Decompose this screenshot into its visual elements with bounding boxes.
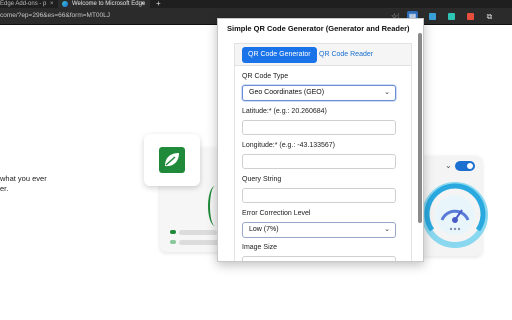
tab-qr-generator[interactable]: QR Code Generator <box>242 47 317 63</box>
extension-icon[interactable] <box>465 11 476 22</box>
tab-label: Edge Add-ons - p <box>0 1 47 7</box>
latitude-label: Latitude:* (e.g.: 20.260684) <box>242 108 327 115</box>
toggle-switch[interactable] <box>455 161 475 171</box>
mode-tabs: QR Code Generator QR Code Reader <box>235 44 411 66</box>
status-dot <box>170 230 176 234</box>
query-string-label: Query String <box>242 176 282 183</box>
generator-panel: QR Code Generator QR Code Reader QR Code… <box>234 43 412 261</box>
qr-type-label: QR Code Type <box>242 73 289 80</box>
speed-gauge-icon <box>422 182 488 248</box>
longitude-label: Longitude:* (e.g.: -43.133567) <box>242 142 336 149</box>
welcome-text-line: what you ever <box>0 174 47 183</box>
leaf-logo-card <box>144 134 200 186</box>
chevron-down-icon: ⌄ <box>384 89 390 96</box>
extension-icon[interactable] <box>427 11 438 22</box>
qr-type-select[interactable]: Geo Coordinates (GEO) ⌄ <box>242 85 396 101</box>
close-tab-icon[interactable]: × <box>141 0 145 8</box>
scrollbar[interactable] <box>418 33 422 223</box>
longitude-input[interactable] <box>242 154 396 169</box>
placeholder-bar <box>179 230 217 235</box>
extension-icon[interactable] <box>446 11 457 22</box>
query-string-input[interactable] <box>242 188 396 203</box>
popup-title: Simple QR Code Generator (Generator and … <box>227 24 410 33</box>
qr-generator-popup: Simple QR Code Generator (Generator and … <box>217 18 424 262</box>
chevron-down-icon[interactable]: ⌄ <box>445 161 452 170</box>
image-size-label: Image Size <box>242 244 278 251</box>
status-dot <box>170 240 176 244</box>
error-correction-select[interactable]: Low (7%) ⌄ <box>242 222 396 238</box>
address-bar[interactable]: come/?ep=296&es=66&form=MT00LJ <box>0 11 110 21</box>
image-size-input[interactable] <box>242 256 396 261</box>
tab-label: Welcome to Microsoft Edge <box>72 1 146 7</box>
qr-type-value: Geo Coordinates (GEO) <box>249 89 325 96</box>
error-correction-value: Low (7%) <box>249 226 279 233</box>
close-tab-icon[interactable]: × <box>50 0 54 8</box>
edge-icon <box>62 1 68 7</box>
leaf-icon <box>159 147 185 173</box>
tab-qr-reader[interactable]: QR Code Reader <box>313 47 379 63</box>
welcome-text-line: er. <box>0 184 9 193</box>
latitude-input[interactable] <box>242 120 396 135</box>
error-correction-label: Error Correction Level <box>242 210 311 217</box>
welcome-text: what you ever er. <box>0 174 47 194</box>
tab-bar: Edge Add-ons - p × Welcome to Microsoft … <box>0 0 512 8</box>
collections-icon[interactable]: ⧉ <box>484 11 495 22</box>
chevron-down-icon: ⌄ <box>384 226 390 233</box>
new-tab-button[interactable]: + <box>156 0 161 8</box>
tab-welcome[interactable]: Welcome to Microsoft Edge <box>58 0 150 8</box>
